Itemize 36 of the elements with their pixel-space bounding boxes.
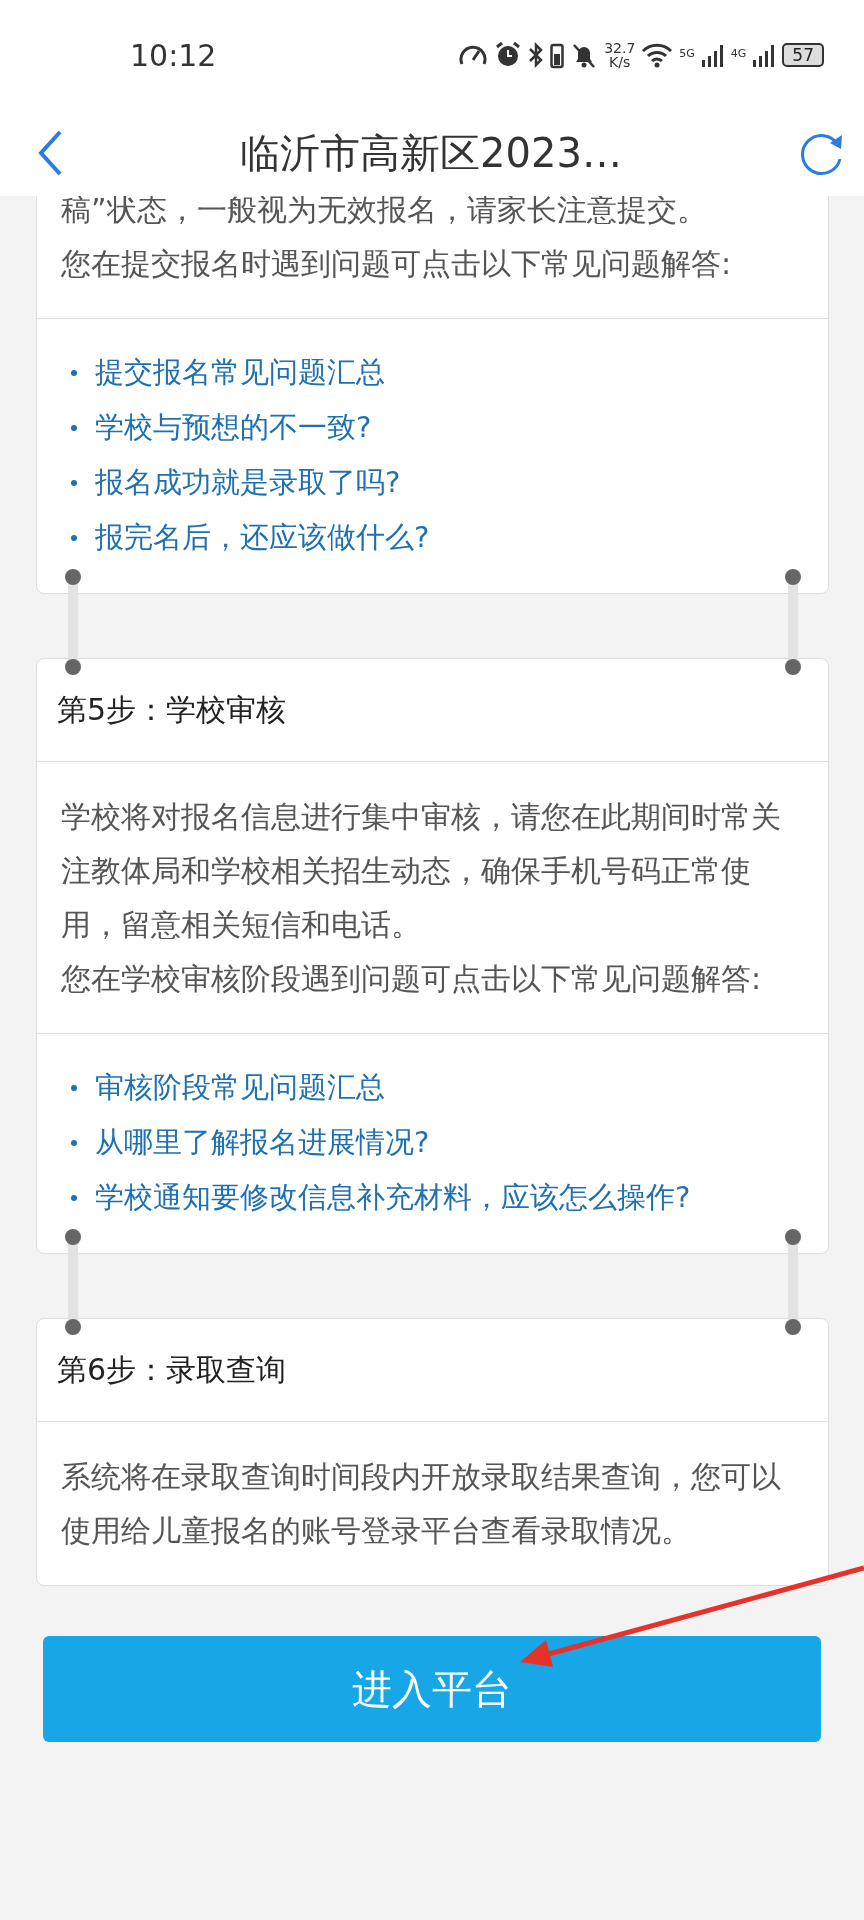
bullet-icon (71, 424, 77, 431)
enter-platform-button[interactable]: 进入平台 (43, 1636, 821, 1742)
network-speed-unit: K/s (609, 55, 631, 69)
network-speed: 32.7 (604, 41, 636, 55)
faq-link[interactable]: 报名成功就是录取了吗? (95, 462, 401, 503)
bullet-icon (71, 534, 77, 541)
network-type: 5G (679, 47, 695, 60)
step-description: 学校将对报名信息进行集中审核，请您在此期间时常关注教体局和学校相关招生动态，确保手机号码正常使用，留意相关短信和电话。 (61, 798, 782, 944)
alarm-icon (494, 41, 523, 69)
wifi-icon (641, 41, 674, 69)
step-description: 您在学校审核阶段遇到问题可点击以下常见问题解答: (61, 960, 763, 998)
bullet-icon (71, 369, 77, 376)
faq-link[interactable]: 学校通知要修改信息补充材料，应该怎么操作? (95, 1177, 691, 1218)
bullet-icon (71, 1194, 77, 1201)
bullet-icon (71, 1139, 77, 1146)
battery-small-icon (550, 41, 565, 69)
step-description: 系统将在录取查询时间段内开放录取结果查询，您可以使用给儿童报名的账号登录平台查看录取情况。 (61, 1458, 782, 1550)
step-title: 第5步：学校审核 (37, 659, 828, 762)
step-title: 第6步：录取查询 (37, 1319, 828, 1422)
signal-icon (700, 42, 725, 68)
bullet-icon (71, 1084, 77, 1091)
step-description: 您在提交报名时遇到问题可点击以下常见问题解答: (61, 245, 733, 283)
faq-link[interactable]: 提交报名常见问题汇总 (95, 352, 385, 393)
clock-time: 10:12 (130, 37, 217, 73)
faq-link[interactable]: 学校与预想的不一致? (95, 407, 372, 448)
faq-link[interactable]: 报完名后，还应该做什么? (95, 517, 430, 558)
page-title: 临沂市高新区2023… (240, 128, 622, 178)
back-icon[interactable] (36, 129, 64, 177)
faq-link[interactable]: 审核阶段常见问题汇总 (95, 1067, 385, 1108)
network-type: 4G (730, 47, 747, 60)
battery-indicator: 57 (782, 43, 824, 67)
signal-icon (752, 42, 777, 68)
bluetooth-icon (528, 41, 545, 69)
faq-link[interactable]: 从哪里了解报名进展情况? (95, 1122, 430, 1163)
bullet-icon (71, 479, 77, 486)
step-description: 稿”状态，一般视为无效报名，请家长注意提交。 (61, 191, 708, 229)
